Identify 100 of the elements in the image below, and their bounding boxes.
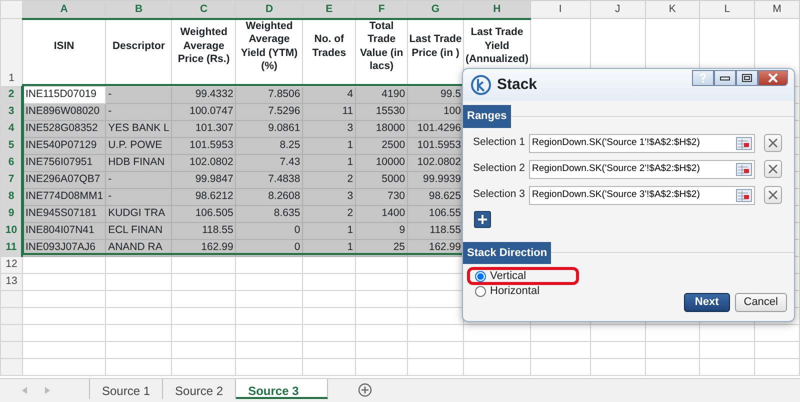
remove-button[interactable] [764, 134, 782, 152]
range-picker-icon[interactable] [736, 136, 752, 150]
row-number[interactable]: 3 [0, 103, 22, 120]
table-cell: 10000 [356, 154, 408, 171]
column-header[interactable]: B [106, 0, 172, 18]
table-cell: INE756I07951 [22, 154, 106, 171]
help-button[interactable] [692, 70, 714, 86]
table-cell: INE540P07129 [22, 137, 106, 154]
range-field[interactable]: RegionDown.SK('Source 1'!$A$2:$H$2) [529, 134, 755, 152]
row-number[interactable]: 1 [0, 18, 22, 86]
radio-button[interactable] [475, 286, 486, 296]
table-cell: U.P. POWE [106, 137, 172, 154]
remove-button[interactable] [764, 186, 782, 204]
close-icon[interactable] [768, 164, 778, 174]
table-cell: 98.6212 [172, 188, 236, 205]
table-cell: 7.43 [236, 154, 303, 171]
minimize-icon[interactable] [720, 75, 730, 81]
row-number[interactable]: 2 [0, 86, 22, 103]
radio-label[interactable]: Horizontal [490, 282, 540, 300]
close-icon[interactable] [768, 138, 778, 148]
table-cell: 8.25 [236, 137, 303, 154]
column-title: Weighted Average Yield (YTM) (%) [236, 18, 303, 86]
table-cell: 99.5 [408, 86, 464, 103]
field-label: Selection 1 [473, 135, 526, 150]
table-cell: 102.0802 [408, 154, 464, 171]
table-cell: INE945S07181 [22, 205, 106, 222]
row-number[interactable]: 9 [0, 205, 22, 222]
column-header[interactable]: H [463, 0, 530, 18]
table-cell: 99.9939 [408, 171, 464, 188]
column-header[interactable]: I [530, 0, 590, 18]
row-number[interactable]: 6 [0, 154, 22, 171]
table-cell: 3 [302, 120, 356, 137]
close-icon[interactable] [768, 190, 778, 200]
row-number[interactable]: 8 [0, 188, 22, 205]
maximize-icon[interactable] [742, 74, 752, 82]
column-header[interactable]: D [236, 0, 303, 18]
column-header[interactable]: A [22, 0, 106, 18]
range-picker-icon[interactable] [736, 162, 752, 176]
column-title: ISIN [22, 18, 106, 86]
range-field[interactable]: RegionDown.SK('Source 2'!$A$2:$H$2) [529, 160, 755, 178]
table-cell: 2 [302, 205, 356, 222]
minimize-button[interactable] [714, 70, 736, 86]
table-cell: 2 [302, 171, 356, 188]
table-cell: 7.4838 [236, 171, 303, 188]
table-cell: 7.5296 [236, 103, 303, 120]
sheet-tab[interactable]: Source 3 [236, 379, 328, 399]
table-cell: INE528G08352 [22, 120, 106, 137]
table-cell: 9.0861 [236, 120, 303, 137]
column-title: Total Trade Value (in lacs) [356, 18, 408, 86]
table-cell: YES BANK L [106, 120, 172, 137]
row-number[interactable]: 10 [0, 222, 22, 239]
close-button[interactable] [758, 70, 788, 86]
table-cell: 4190 [356, 86, 408, 103]
row-number[interactable]: 7 [0, 171, 22, 188]
table-cell: 15530 [356, 103, 408, 120]
table-cell: 101.307 [172, 120, 236, 137]
cancel-button[interactable]: Cancel [734, 293, 787, 312]
remove-button[interactable] [764, 160, 782, 178]
column-header[interactable]: K [645, 0, 700, 18]
table-cell: 106.505 [172, 205, 236, 222]
row-number[interactable]: 11 [0, 239, 22, 256]
table-cell: 100.0747 [172, 103, 236, 120]
column-header[interactable]: L [700, 0, 755, 18]
table-cell: 118.55 [408, 222, 464, 239]
row-number[interactable]: 13 [0, 273, 22, 290]
add-sheet-icon[interactable] [358, 383, 372, 397]
column-header[interactable]: E [302, 0, 356, 18]
column-header[interactable]: J [590, 0, 645, 18]
column-title: No. of Trades [302, 18, 356, 86]
table-cell: INE896W08020 [22, 103, 106, 120]
table-cell: 1 [302, 154, 356, 171]
app-logo-icon [471, 75, 491, 95]
column-title: Weighted Average Price (Rs.) [172, 18, 236, 86]
table-cell: 98.625 [408, 188, 464, 205]
row-number[interactable]: 4 [0, 120, 22, 137]
column-header[interactable]: F [356, 0, 408, 18]
table-cell: 101.5953 [172, 137, 236, 154]
table-cell: 9 [356, 222, 408, 239]
table-cell: 2500 [356, 137, 408, 154]
next-button[interactable]: Next [684, 293, 730, 312]
column-header[interactable]: G [408, 0, 464, 18]
table-cell: - [106, 188, 172, 205]
table-cell: 5000 [356, 171, 408, 188]
column-header[interactable]: M [754, 0, 800, 18]
table-cell: INE804I07N41 [22, 222, 106, 239]
plus-icon[interactable] [477, 214, 488, 224]
row-number[interactable]: 12 [0, 256, 22, 273]
add-button[interactable] [474, 210, 491, 228]
row-number[interactable]: 5 [0, 137, 22, 154]
table-cell: 1 [302, 222, 356, 239]
column-header[interactable]: C [172, 0, 236, 18]
field-label: Selection 3 [473, 187, 526, 202]
table-cell: 102.0802 [172, 154, 236, 171]
radio-button[interactable] [475, 270, 486, 282]
table-cell: ECL FINAN [106, 222, 172, 239]
table-cell: 101.4296 [408, 120, 464, 137]
maximize-button[interactable] [736, 70, 758, 86]
field-label: Selection 2 [473, 161, 526, 176]
range-field[interactable]: RegionDown.SK('Source 3'!$A$2:$H$2) [529, 186, 755, 204]
range-picker-icon[interactable] [736, 188, 752, 202]
